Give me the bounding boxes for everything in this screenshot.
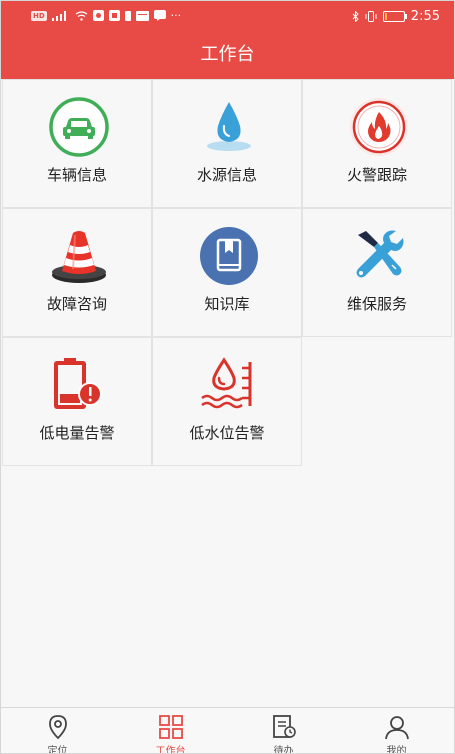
grid-item-low-water-alert[interactable]: 低水位告警 xyxy=(152,337,302,466)
grid-item-label: 水源信息 xyxy=(196,166,257,184)
grid-item-maintenance[interactable]: 维保服务 xyxy=(302,208,452,337)
bottom-tab-bar: 定位 工作台 待办 我的 xyxy=(1,707,454,754)
grid-item-label: 火警跟踪 xyxy=(346,166,407,184)
grid-item-label: 故障咨询 xyxy=(46,295,107,313)
bluetooth-icon xyxy=(352,11,359,22)
tab-label: 待办 xyxy=(273,746,294,754)
grid-icon xyxy=(159,715,183,739)
grid-item-fault-consult[interactable]: 故障咨询 xyxy=(2,208,152,337)
tab-label: 工作台 xyxy=(155,746,186,754)
grid-item-vehicle-info[interactable]: 车辆信息 xyxy=(2,79,152,208)
status-bar: HD ··· 2:55 xyxy=(1,1,454,31)
tab-label: 我的 xyxy=(386,746,407,754)
more-icon: ··· xyxy=(170,9,182,22)
app-icon xyxy=(92,10,104,21)
grid-item-label: 维保服务 xyxy=(346,295,407,313)
location-icon xyxy=(49,715,67,740)
status-left: HD ··· xyxy=(31,9,181,22)
hd-icon: HD xyxy=(31,10,47,21)
user-icon xyxy=(385,716,409,740)
app-icon xyxy=(108,10,120,21)
battery-level xyxy=(384,13,388,20)
grid-item-label: 低水位告警 xyxy=(189,424,265,442)
signal-icon xyxy=(51,10,66,21)
wifi-icon xyxy=(75,10,88,21)
grid-item-label: 车辆信息 xyxy=(46,166,107,184)
vibrate-icon xyxy=(365,11,377,22)
water-drop-icon xyxy=(207,102,251,151)
tab-me[interactable]: 我的 xyxy=(340,708,453,754)
grid-item-label: 低电量告警 xyxy=(39,424,115,442)
grid-item-label: 知识库 xyxy=(204,295,250,313)
tab-workbench[interactable]: 工作台 xyxy=(114,708,227,754)
tab-todo[interactable]: 待办 xyxy=(227,708,340,754)
grid-item-fire-tracking[interactable]: 火警跟踪 xyxy=(302,79,452,208)
traffic-cone-icon xyxy=(52,231,106,283)
message-icon xyxy=(135,10,149,21)
status-right: 2:55 xyxy=(352,9,440,24)
low-battery-alert-icon xyxy=(54,358,102,409)
car-icon xyxy=(49,97,109,157)
app-frame: HD ··· 2:55 工作台 车辆信息 水源信息 火警跟踪 故障咨询 知识库 … xyxy=(0,0,455,754)
battery-icon xyxy=(382,11,407,22)
battery-small-icon xyxy=(124,11,131,21)
grid-item-low-battery-alert[interactable]: 低电量告警 xyxy=(2,337,152,466)
clock: 2:55 xyxy=(410,9,440,24)
grid-item-knowledge-base[interactable]: 知识库 xyxy=(152,208,302,337)
chat-icon xyxy=(153,10,166,21)
tools-icon xyxy=(356,230,404,278)
low-water-alert-icon xyxy=(201,357,252,409)
tab-location[interactable]: 定位 xyxy=(1,708,114,754)
tab-label: 定位 xyxy=(47,746,68,754)
page-title: 工作台 xyxy=(1,31,454,79)
book-icon xyxy=(200,227,258,285)
fire-icon xyxy=(350,98,408,156)
grid-item-water-source[interactable]: 水源信息 xyxy=(152,79,302,208)
todo-icon xyxy=(273,715,296,738)
